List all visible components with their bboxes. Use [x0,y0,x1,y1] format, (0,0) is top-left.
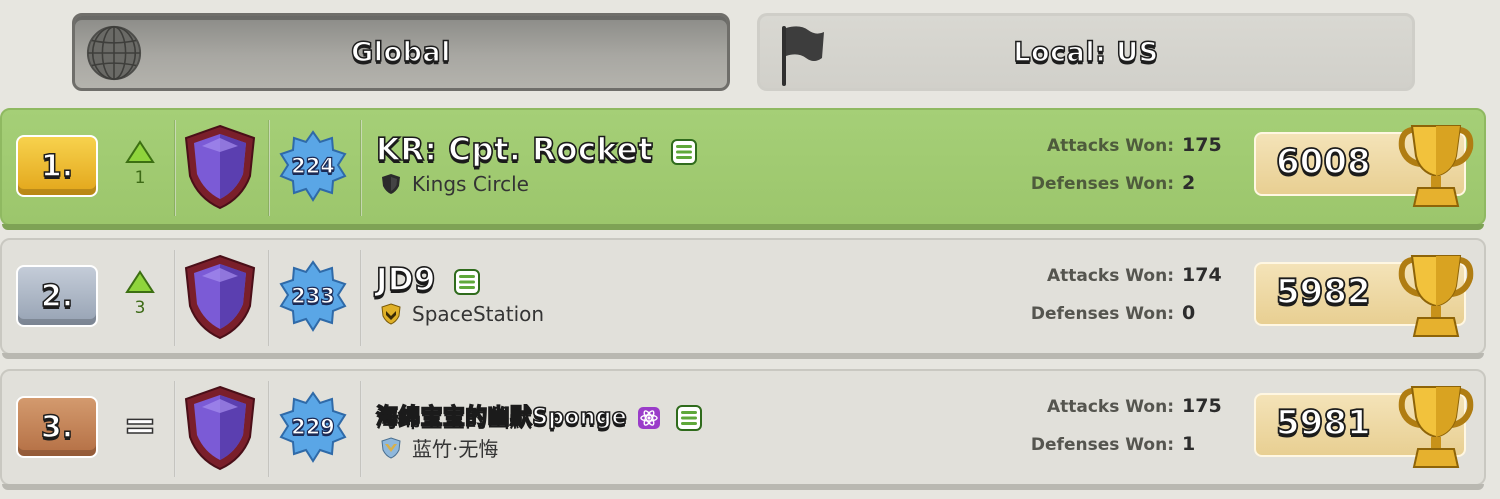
tab-local-label: Local: US [1013,36,1159,69]
divider [268,250,270,346]
trophy-icon [1398,255,1474,337]
attacks-won: Attacks Won: 174 [1002,264,1222,302]
player-stats: Attacks Won: 175 Defenses Won: 1 [1002,395,1222,471]
divider [174,120,176,216]
rank-change: 3 [120,270,160,325]
legend-league-icon [184,254,256,340]
divider [360,381,362,477]
clan-info[interactable]: Kings Circle [380,172,529,196]
row-edge [2,353,1484,359]
defenses-won-value: 0 [1182,302,1196,324]
player-name[interactable]: 海绵宝宝的幽默Sponge [375,399,703,432]
divider [360,120,362,216]
rank-change-value: = [122,402,157,450]
divider [268,120,270,216]
divider [360,250,362,346]
clan-name: SpaceStation [412,302,545,326]
trophy-count: 5981 [1275,402,1371,444]
level-badge: 229 [278,391,348,463]
divider [174,381,176,477]
atom-icon [637,407,660,429]
clan-badge-icon [381,436,401,459]
legend-league-icon [184,385,256,471]
tab-local[interactable]: Local: US [757,13,1415,91]
legend-league-icon [184,124,256,210]
attacks-won: Attacks Won: 175 [1002,395,1222,433]
rank-change-value: 1 [134,168,146,188]
rank-badge: 3. [16,396,98,458]
divider [174,250,176,346]
trophy-icon [1398,386,1474,468]
up-arrow-icon [125,270,155,293]
player-stats: Attacks Won: 174 Defenses Won: 0 [1002,264,1222,340]
attacks-won-value: 174 [1182,264,1222,286]
defenses-won-label: Defenses Won: [1030,435,1174,455]
rank-change: 1 [120,140,160,195]
attacks-won: Attacks Won: 175 [1002,134,1222,172]
flag-icon [782,26,824,86]
row-edge [2,484,1484,490]
leaderboard-row[interactable]: 3. = 229 海绵宝宝的幽默Sponge 蓝竹·无悔 Attacks Won… [0,369,1486,490]
clan-badge-icon [381,303,401,325]
globe-icon [86,25,142,81]
rank-change-value: 3 [134,298,146,318]
attacks-won-label: Attacks Won: [1046,266,1174,286]
level-badge: 233 [278,260,348,332]
tab-global-label: Global [350,36,451,69]
clan-name: Kings Circle [412,172,529,196]
chat-icon[interactable] [453,268,481,296]
row-edge [2,224,1484,230]
defenses-won-value: 2 [1182,172,1196,194]
trophy-count: 6008 [1275,141,1371,183]
defenses-won: Defenses Won: 2 [1002,172,1218,210]
leaderboard-row[interactable]: 2. 3 233 JD9 SpaceStation Attacks Won: 1… [0,238,1486,359]
player-name[interactable]: KR: Cpt. Rocket [375,131,698,169]
chat-icon[interactable] [670,138,698,166]
clan-info[interactable]: SpaceStation [380,302,544,326]
leaderboard-tabs: Global Local: US [0,0,1500,100]
player-stats: Attacks Won: 175 Defenses Won: 2 [1002,134,1222,210]
rank-number: 1. [40,148,74,185]
rank-change: = [120,401,160,456]
trophy-icon [1398,125,1474,207]
level-number: 224 [290,153,335,178]
up-arrow-icon [125,140,155,163]
level-badge: 224 [278,130,348,202]
tab-global[interactable]: Global [72,13,730,91]
defenses-won-label: Defenses Won: [1030,174,1174,194]
level-number: 233 [290,283,335,308]
rank-number: 3. [40,409,74,446]
rank-badge: 2. [16,265,98,327]
player-name-text: 海绵宝宝的幽默Sponge [375,404,627,431]
attacks-won-label: Attacks Won: [1046,397,1174,417]
level-number: 229 [290,414,335,439]
defenses-won: Defenses Won: 1 [1002,433,1218,471]
divider [268,381,270,477]
player-name-text: KR: Cpt. Rocket [375,131,654,169]
attacks-won-value: 175 [1182,134,1222,156]
player-name-text: JD9 [375,261,436,299]
chat-icon[interactable] [675,404,703,432]
leaderboard-row[interactable]: 1. 1 224 KR: Cpt. Rocket Kings Circle At… [0,108,1486,230]
rank-number: 2. [40,278,74,315]
defenses-won: Defenses Won: 0 [1002,302,1218,340]
trophy-count: 5982 [1275,271,1371,313]
player-name[interactable]: JD9 [375,261,481,299]
clan-badge-icon [382,174,400,194]
attacks-won-label: Attacks Won: [1046,136,1174,156]
clan-name: 蓝竹·无悔 [412,437,499,461]
clan-info[interactable]: 蓝竹·无悔 [380,433,498,462]
attacks-won-value: 175 [1182,395,1222,417]
defenses-won-value: 1 [1182,433,1196,455]
defenses-won-label: Defenses Won: [1030,304,1174,324]
rank-badge: 1. [16,135,98,197]
